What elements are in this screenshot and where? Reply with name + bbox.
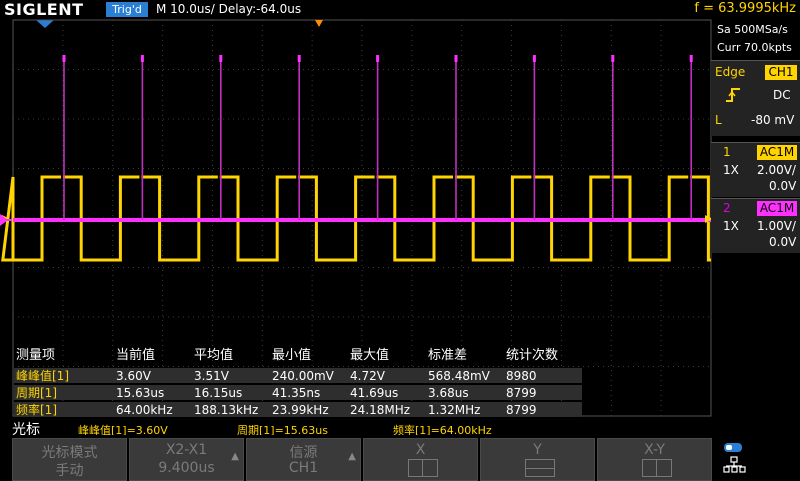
header-current: 当前值 xyxy=(116,348,156,363)
trigger-panel[interactable]: Edge CH1 DC L -80 mV xyxy=(711,60,800,136)
softkey-value: 9.400us xyxy=(158,460,215,476)
ch1-coupling-tag: AC1M xyxy=(757,145,797,160)
ch2-offset: 0.0V xyxy=(769,235,797,249)
header-min: 最小值 xyxy=(272,348,312,363)
softkey-value: CH1 xyxy=(288,460,319,476)
header-mean: 平均值 xyxy=(194,348,234,363)
softkey-label: 光标模式 xyxy=(41,445,98,461)
ch2-coupling-tag: AC1M xyxy=(757,201,797,216)
measurement-std: 568.48mV xyxy=(428,369,490,383)
softkey-value: 手动 xyxy=(55,463,84,479)
measurement-max: 4.72V xyxy=(350,369,385,383)
measurement-label: 周期[1] xyxy=(16,386,57,400)
arrow-up-icon: ▲ xyxy=(231,451,239,462)
trigger-level-label: L xyxy=(715,113,722,127)
measurement-min: 23.99kHz xyxy=(272,403,329,417)
ch1-waveform xyxy=(1,175,711,262)
ch1-scale: 2.00V/ xyxy=(757,163,796,177)
rising-edge-icon xyxy=(726,88,740,102)
measurement-mean: 3.51V xyxy=(194,369,229,383)
header-std: 标准差 xyxy=(428,348,468,363)
measurement-count: 8799 xyxy=(506,386,537,400)
softkey-x2-x1[interactable]: X2-X1 9.400us ▲ xyxy=(129,438,244,481)
network-icon xyxy=(723,456,746,473)
measurement-label: 峰峰值[1] xyxy=(16,369,69,383)
ch2-probe: 1X xyxy=(723,219,739,233)
softkey-label: X2-X1 xyxy=(165,442,208,458)
measurement-row[interactable]: 峰峰值[1] 3.60V 3.51V 240.00mV 4.72V 568.48… xyxy=(14,368,582,384)
measurement-row[interactable]: 频率[1] 64.00kHz 188.13kHz 23.99kHz 24.18M… xyxy=(14,402,582,418)
sample-rate: Sa 500MSa/s xyxy=(717,23,788,36)
measurement-mean: 188.13kHz xyxy=(194,403,259,417)
ch2-scale: 1.00V/ xyxy=(757,219,796,233)
header-max: 最大值 xyxy=(350,348,390,363)
softkey-y[interactable]: Y xyxy=(480,438,595,481)
softkey-label: X xyxy=(415,442,426,458)
ch1-probe: 1X xyxy=(723,163,739,177)
softkey-label: X-Y xyxy=(644,442,665,458)
trigger-level: -80 mV xyxy=(751,113,795,127)
measurement-count: 8980 xyxy=(506,369,537,383)
softkey-label: 信源 xyxy=(289,445,318,461)
measurement-min: 41.35ns xyxy=(272,386,321,400)
measurement-label: 频率[1] xyxy=(16,403,57,417)
arrow-up-icon: ▲ xyxy=(348,451,356,462)
measurement-current: 15.63us xyxy=(116,386,165,400)
measurement-count: 8799 xyxy=(506,403,537,417)
ch2-number: 2 xyxy=(723,201,731,215)
measurement-current: 64.00kHz xyxy=(116,403,173,417)
trigger-type: Edge xyxy=(715,65,746,79)
measurement-mean: 16.15us xyxy=(194,386,243,400)
header-count: 统计次数 xyxy=(506,348,559,363)
measurement-std: 3.68us xyxy=(428,386,469,400)
measurement-max: 24.18MHz xyxy=(350,403,411,417)
trigger-source-tag: CH1 xyxy=(765,65,797,80)
softkey-source[interactable]: 信源 CH1 ▲ xyxy=(246,438,361,481)
memory-depth: Curr 70.0kpts xyxy=(717,41,792,54)
ch2-panel[interactable]: 2 AC1M 1X 1.00V/ 0.0V xyxy=(711,198,800,253)
softkey-label: Y xyxy=(533,442,542,458)
measurement-row[interactable]: 周期[1] 15.63us 16.15us 41.35ns 41.69us 3.… xyxy=(14,385,582,401)
system-status-icons[interactable] xyxy=(722,440,748,476)
softkey-x[interactable]: X xyxy=(363,438,478,481)
ch1-panel[interactable]: 1 AC1M 1X 2.00V/ 0.0V xyxy=(711,142,800,197)
measurement-current: 3.60V xyxy=(116,369,151,383)
measurement-std: 1.32MHz xyxy=(428,403,481,417)
trigger-coupling: DC xyxy=(773,88,791,102)
ch1-number: 1 xyxy=(723,145,731,159)
measurement-max: 41.69us xyxy=(350,386,399,400)
y-cursor-icon xyxy=(525,459,555,477)
softkey-cursor-mode[interactable]: 光标模式 手动 xyxy=(12,438,127,481)
x-cursor-icon xyxy=(408,459,438,477)
header-item: 测量项 xyxy=(16,348,56,363)
xy-cursor-icon xyxy=(642,459,672,477)
softkey-x-y[interactable]: X-Y xyxy=(597,438,712,481)
measurement-min: 240.00mV xyxy=(272,369,334,383)
ch1-offset: 0.0V xyxy=(769,179,797,193)
